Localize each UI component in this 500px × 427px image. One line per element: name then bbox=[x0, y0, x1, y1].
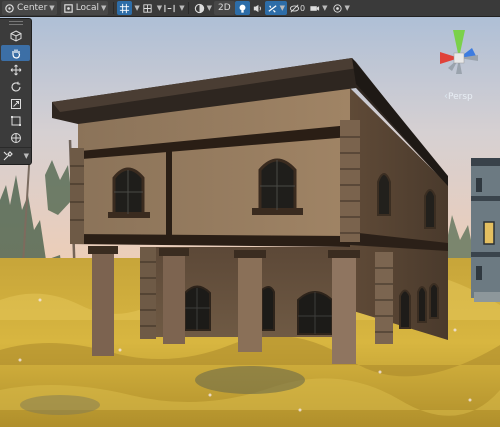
shading-icon bbox=[194, 3, 204, 13]
toolbar-divider bbox=[113, 2, 115, 14]
custom-tools-row[interactable]: ▼ bbox=[0, 147, 31, 164]
visibility-icon bbox=[289, 4, 300, 12]
effects-icon bbox=[268, 4, 277, 13]
snap-toggle[interactable] bbox=[140, 1, 155, 15]
gizmo-center-cube bbox=[453, 52, 465, 64]
chevron-down-icon: ▼ bbox=[206, 4, 212, 12]
scene-toolbar: Center ▼ Local ▼ ▼ ▼ ▼ ▼ 2D ▼ 0 ▼ ▼ bbox=[0, 0, 500, 17]
tool-palette: ▼ bbox=[0, 18, 32, 165]
gizmo-axes bbox=[440, 30, 478, 74]
view-tool-button[interactable] bbox=[1, 45, 30, 61]
building bbox=[52, 58, 448, 364]
rotate-tool-button[interactable] bbox=[1, 79, 30, 95]
rotate-icon bbox=[10, 81, 21, 92]
pivot-label: Center bbox=[17, 3, 48, 13]
toolbar-divider bbox=[187, 2, 189, 14]
pivot-icon bbox=[5, 3, 14, 13]
move-tool-button[interactable] bbox=[1, 62, 30, 78]
chevron-down-icon: ▼ bbox=[101, 4, 107, 12]
transform-icon bbox=[10, 133, 21, 143]
scale-tool-button[interactable] bbox=[1, 96, 30, 112]
lightbulb-icon bbox=[239, 4, 246, 13]
camera-icon bbox=[310, 5, 320, 11]
camera-dropdown[interactable]: ▼ bbox=[307, 1, 329, 15]
gizmos-dropdown[interactable]: ▼ bbox=[330, 1, 352, 15]
chevron-down-icon: ▼ bbox=[23, 152, 29, 160]
rect-icon bbox=[10, 116, 21, 126]
scene-view[interactable]: Center ▼ Local ▼ ▼ ▼ ▼ ▼ 2D ▼ 0 ▼ ▼ ▼ ‹P… bbox=[0, 0, 500, 427]
projection-label[interactable]: ‹Persp bbox=[444, 91, 473, 102]
transform-tool-button[interactable] bbox=[1, 130, 30, 146]
increment-snap-icon bbox=[164, 4, 175, 12]
mode-2d-label: 2D bbox=[217, 3, 231, 13]
palette-grip[interactable] bbox=[0, 19, 31, 27]
grid-icon bbox=[120, 3, 130, 13]
increment-snap-toggle[interactable] bbox=[162, 1, 177, 15]
rect-tool-button[interactable] bbox=[1, 113, 30, 129]
chevron-down-icon: ▼ bbox=[322, 4, 328, 12]
grid-toggle[interactable] bbox=[117, 1, 133, 15]
background-tower bbox=[471, 158, 500, 302]
chevron-down-icon: ▼ bbox=[49, 4, 55, 12]
mode-2d-toggle[interactable]: 2D bbox=[213, 1, 235, 15]
scale-icon bbox=[10, 99, 21, 109]
view-cube-button[interactable] bbox=[1, 28, 30, 44]
gizmos-icon bbox=[332, 3, 342, 13]
cube-icon bbox=[10, 30, 21, 42]
increment-options-chevron[interactable]: ▼ bbox=[179, 4, 184, 12]
chevron-down-icon: ▼ bbox=[344, 4, 350, 12]
chevron-down-icon: ▼ bbox=[279, 4, 286, 12]
audio-icon bbox=[253, 4, 261, 12]
pivot-dropdown[interactable]: Center ▼ bbox=[2, 1, 57, 15]
audio-toggle[interactable] bbox=[250, 1, 265, 15]
local-space-icon bbox=[63, 3, 73, 13]
tools-icon bbox=[3, 151, 13, 161]
draw-mode-dropdown[interactable]: ▼ bbox=[192, 1, 214, 15]
move-icon bbox=[10, 64, 21, 76]
lighting-toggle[interactable] bbox=[234, 1, 250, 15]
space-label: Local bbox=[75, 3, 100, 13]
snap-icon bbox=[143, 3, 152, 13]
space-dropdown[interactable]: Local ▼ bbox=[60, 1, 109, 15]
scene-render[interactable] bbox=[0, 0, 500, 427]
hand-icon bbox=[11, 49, 20, 59]
effects-toggle[interactable]: ▼ bbox=[264, 1, 288, 15]
visibility-toggle[interactable]: 0 bbox=[287, 1, 307, 15]
